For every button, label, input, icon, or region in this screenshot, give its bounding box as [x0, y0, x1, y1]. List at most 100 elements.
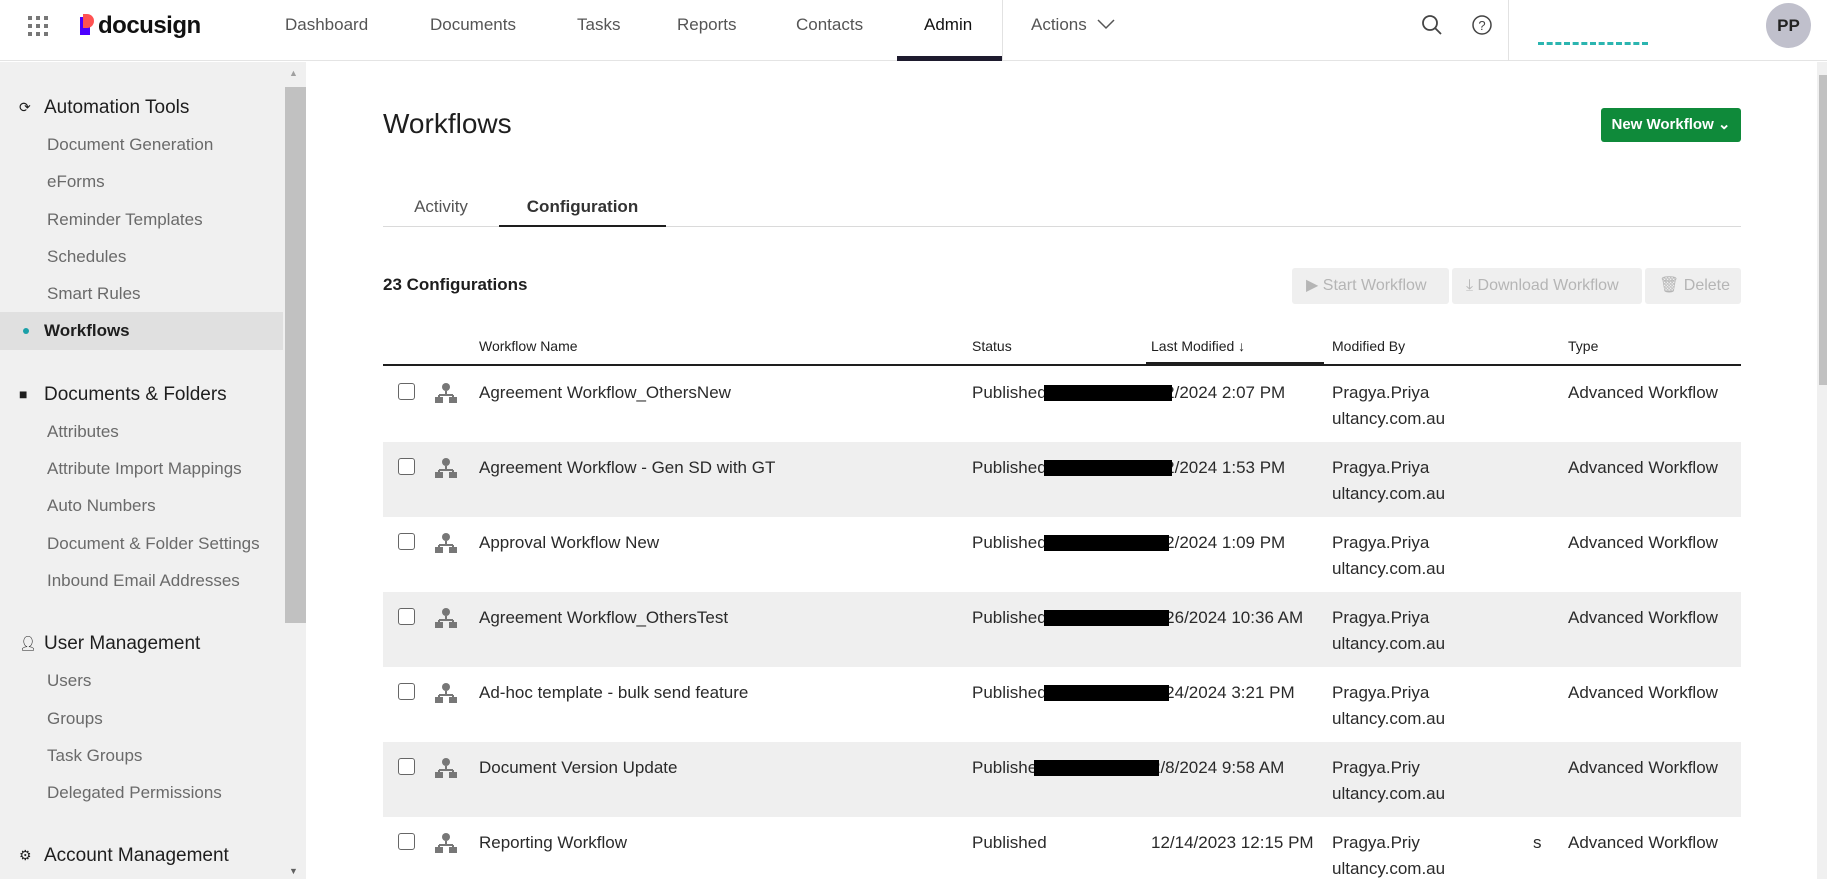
status: Published: [972, 833, 1047, 852]
table-row[interactable]: Ad-hoc template - bulk send feature Publ…: [383, 667, 1741, 742]
sidebar-item-auto-numbers[interactable]: Auto Numbers: [0, 487, 283, 524]
tab-configuration[interactable]: Configuration: [499, 190, 666, 227]
modified-by: Pragya.Priya ultancy.com.au: [1332, 605, 1445, 657]
sidebar-item-users[interactable]: Users: [0, 662, 283, 699]
column-header-status[interactable]: Status: [972, 338, 1012, 354]
last-modified: 2/8/2024 9:58 AM: [1151, 758, 1285, 777]
status: Published: [972, 533, 1047, 552]
gear-icon: ⚙: [19, 847, 32, 864]
type: Advanced Workflow: [1568, 608, 1718, 627]
sidebar-item-schedules[interactable]: Schedules: [0, 238, 283, 275]
sidebar-item-workflows[interactable]: Workflows: [0, 312, 283, 350]
last-modified: 12/14/2023 12:15 PM: [1151, 833, 1314, 852]
nav-actions[interactable]: Actions: [1031, 0, 1116, 61]
active-nav-indicator: [897, 56, 1002, 61]
workflow-name[interactable]: Agreement Workflow_OthersNew: [479, 380, 731, 406]
column-header-last-modified[interactable]: Last Modified ↓: [1151, 338, 1245, 354]
modified-by-line1: Pragya.Priya: [1332, 683, 1430, 702]
modified-by-line1: Pragya.Priya: [1332, 383, 1430, 402]
app-launcher-icon[interactable]: [28, 16, 48, 36]
row-checkbox[interactable]: [398, 683, 415, 700]
sidebar-section-automation-tools[interactable]: ⟳ Automation Tools: [0, 89, 283, 126]
column-header-type[interactable]: Type: [1568, 338, 1598, 354]
column-header-modified-by[interactable]: Modified By: [1332, 338, 1405, 354]
modified-by-line1: Pragya.Priya: [1332, 533, 1430, 552]
sidebar-item-delegated-permissions[interactable]: Delegated Permissions: [0, 774, 283, 811]
workflow-icon: [435, 533, 457, 553]
sidebar-item-eforms[interactable]: eForms: [0, 163, 283, 200]
redaction-bar: [1034, 760, 1159, 776]
column-header-workflow-name[interactable]: Workflow Name: [479, 338, 578, 354]
download-workflow-button[interactable]: ⤓ Download Workflow: [1452, 268, 1642, 304]
table-row[interactable]: Agreement Workflow_OthersTest Published …: [383, 592, 1741, 667]
sidebar-item-attributes[interactable]: Attributes: [0, 413, 283, 450]
workflow-name[interactable]: Ad-hoc template - bulk send feature: [479, 680, 748, 706]
row-checkbox[interactable]: [398, 383, 415, 400]
tab-activity[interactable]: Activity: [383, 190, 499, 227]
sort-desc-icon: ↓: [1238, 338, 1246, 354]
row-checkbox[interactable]: [398, 833, 415, 850]
workflow-name[interactable]: Agreement Workflow_OthersTest: [479, 605, 728, 631]
sidebar-item-smart-rules[interactable]: Smart Rules: [0, 275, 283, 312]
modified-by-line2: ultancy.com.au: [1332, 709, 1446, 728]
table-row[interactable]: Approval Workflow New Published 7/2/2024…: [383, 517, 1741, 592]
table-row[interactable]: Document Version Update Published 2/8/20…: [383, 742, 1741, 817]
avatar[interactable]: PP: [1766, 3, 1811, 48]
new-workflow-button[interactable]: New Workflow ⌄: [1601, 108, 1741, 142]
automation-icon: ⟳: [19, 99, 31, 115]
sidebar-item-inbound-email-addresses[interactable]: Inbound Email Addresses: [0, 562, 283, 599]
nav-admin[interactable]: Admin: [924, 0, 972, 61]
delete-label: Delete: [1683, 277, 1731, 294]
modified-by: Pragya.Priy ultancy.com.au: [1332, 755, 1445, 807]
row-checkbox[interactable]: [398, 608, 415, 625]
sidebar-item-document-folder-settings[interactable]: Document & Folder Settings: [0, 525, 283, 562]
table-row[interactable]: Agreement Workflow_OthersNew Published 7…: [383, 367, 1741, 442]
workflow-name[interactable]: Document Version Update: [479, 755, 677, 781]
nav-documents[interactable]: Documents: [430, 0, 516, 61]
sidebar-scrollbar-thumb[interactable]: [285, 87, 306, 623]
sidebar-item-groups[interactable]: Groups: [0, 700, 283, 737]
type: Advanced Workflow: [1568, 683, 1718, 702]
nav-tasks[interactable]: Tasks: [577, 0, 620, 61]
sidebar-item-reminder-templates[interactable]: Reminder Templates: [0, 201, 283, 238]
nav-contacts[interactable]: Contacts: [796, 0, 863, 61]
sidebar-item-task-groups[interactable]: Task Groups: [0, 737, 283, 774]
workflow-name[interactable]: Agreement Workflow - Gen SD with GT: [479, 455, 775, 481]
row-checkbox[interactable]: [398, 758, 415, 775]
sidebar-item-document-generation[interactable]: Document Generation: [0, 126, 283, 163]
sidebar-item-label: Workflows: [44, 321, 130, 341]
row-checkbox[interactable]: [398, 458, 415, 475]
table-row[interactable]: Reporting Workflow Published 12/14/2023 …: [383, 817, 1741, 892]
modified-by-line2: ultancy.com.au: [1332, 634, 1446, 653]
status: Published: [972, 383, 1047, 402]
modified-by: Pragya.Priy ultancy.com.au: [1332, 830, 1445, 882]
sidebar-section-account-management[interactable]: ⚙ Account Management: [0, 837, 283, 874]
avatar-initials: PP: [1777, 16, 1800, 35]
scroll-down-icon[interactable]: ▼: [289, 866, 298, 876]
start-workflow-button[interactable]: ▶ Start Workflow: [1292, 268, 1449, 304]
download-workflow-label: Download Workflow: [1477, 277, 1619, 294]
modified-by-line1: Pragya.Priy: [1332, 833, 1420, 852]
search-icon[interactable]: [1421, 14, 1443, 36]
scroll-up-icon[interactable]: ▲: [289, 68, 298, 78]
workflow-name[interactable]: Reporting Workflow: [479, 830, 627, 856]
nav-reports[interactable]: Reports: [677, 0, 737, 61]
nav-dashboard[interactable]: Dashboard: [285, 0, 368, 61]
row-checkbox[interactable]: [398, 533, 415, 550]
sidebar-item-attribute-import-mappings[interactable]: Attribute Import Mappings: [0, 450, 283, 487]
chevron-down-icon: ⌄: [1717, 116, 1731, 133]
sidebar-section-user-management[interactable]: 👤︎ User Management: [0, 625, 283, 662]
workflow-icon: [435, 458, 457, 478]
workflow-name[interactable]: Approval Workflow New: [479, 530, 659, 556]
table-row[interactable]: Agreement Workflow - Gen SD with GT Publ…: [383, 442, 1741, 517]
redaction-bar: [1044, 385, 1172, 401]
workflow-icon: [435, 383, 457, 403]
help-icon[interactable]: ?: [1471, 14, 1493, 36]
configuration-count: 23 Configurations: [383, 275, 528, 294]
header-divider: [1508, 0, 1509, 61]
workflow-icon: [435, 758, 457, 778]
sidebar-section-documents-folders[interactable]: ■ Documents & Folders: [0, 376, 283, 413]
delete-button[interactable]: 🗑︎ Delete: [1645, 268, 1741, 304]
main-scrollbar-thumb[interactable]: [1819, 75, 1827, 385]
modified-by: Pragya.Priya ultancy.com.au: [1332, 680, 1445, 732]
